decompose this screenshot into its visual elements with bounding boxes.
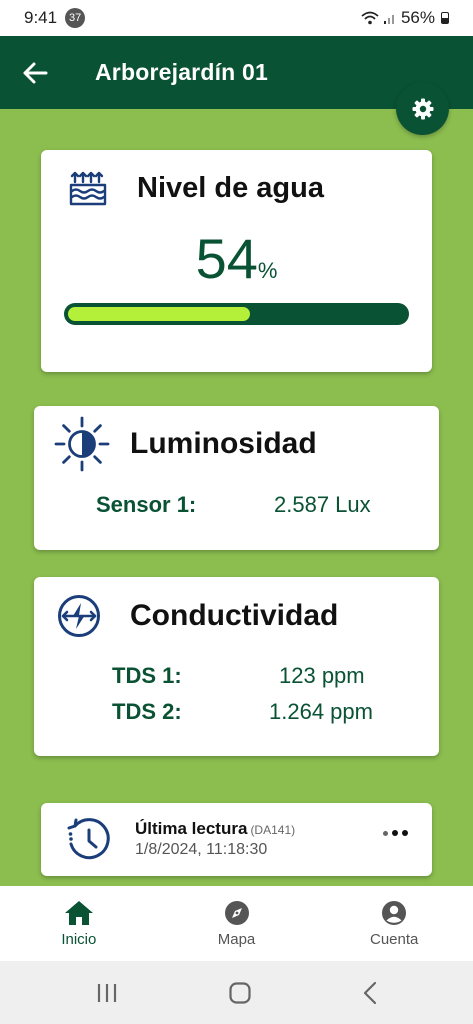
light-sensor-1-value: 2.587 Lux (274, 492, 371, 517)
tds-2-label: TDS 2: (112, 699, 182, 724)
more-dot (402, 830, 408, 836)
conductivity-icon (58, 595, 100, 637)
nav-item-inicio[interactable]: Inicio (0, 886, 158, 961)
battery-icon (441, 12, 449, 24)
water-level-value: 54% (41, 226, 432, 291)
back-button[interactable] (0, 36, 70, 109)
water-level-label: Nivel de agua (137, 171, 324, 204)
nav-label-mapa: Mapa (217, 931, 256, 948)
tds-2-key: TDS 2: (112, 699, 182, 725)
home-icon (64, 901, 93, 925)
status-bar: 9:41 37 56% (0, 0, 473, 36)
wifi-icon (361, 11, 379, 25)
nav-label-inicio: Inicio (61, 931, 97, 948)
more-dot (383, 831, 388, 836)
back-nav-icon[interactable] (362, 981, 378, 1005)
water-level-header: Nivel de agua (68, 168, 324, 208)
light-card: Luminosidad Sensor 1: 2.587 Lux (34, 406, 439, 550)
conductivity-header: Conductividad (56, 593, 338, 639)
settings-button[interactable] (396, 82, 449, 135)
water-level-progress-fill (68, 307, 250, 321)
conductivity-label: Conductividad (130, 599, 339, 632)
recent-apps-icon[interactable] (95, 982, 119, 1004)
page-title: Arborejardín 01 (95, 59, 268, 85)
arrow-left-icon (23, 62, 48, 83)
last-reading-title: Última lectura (DA141) (135, 819, 295, 839)
brightness-icon (54, 416, 110, 472)
nav-item-mapa[interactable]: Mapa (158, 886, 316, 961)
nav-item-cuenta[interactable]: Cuenta (315, 886, 473, 961)
more-dot (392, 830, 398, 836)
light-sensor-1-key: Sensor 1: (96, 492, 196, 518)
light-header: Luminosidad (54, 416, 317, 472)
tds-2-value: 1.264 ppm (269, 699, 373, 724)
water-level-progress (64, 303, 409, 325)
last-reading-title-text: Última lectura (135, 819, 248, 838)
last-reading-card: Última lectura (DA141) 1/8/2024, 11:18:30 (41, 803, 432, 876)
status-time: 9:41 (24, 8, 58, 27)
battery-percent: 56% (400, 8, 435, 27)
compass-icon (224, 901, 249, 925)
water-level-unit: % (257, 258, 278, 283)
home-button-icon[interactable] (228, 981, 252, 1005)
status-right: 56% (361, 8, 449, 28)
more-options-button[interactable] (383, 830, 408, 836)
account-icon (382, 901, 407, 925)
nav-label-cuenta: Cuenta (369, 931, 419, 948)
system-navigation-bar (0, 961, 473, 1024)
tds-1-key: TDS 1: (112, 663, 182, 689)
gear-icon (412, 98, 433, 119)
notification-badge: 37 (65, 8, 86, 28)
tds-1-value: 123 ppm (279, 663, 365, 688)
water-level-icon (69, 171, 107, 206)
device-code: (DA141) (250, 823, 296, 837)
water-level-number: 54 (195, 227, 258, 290)
history-clock-icon (67, 818, 110, 860)
bottom-navigation: Inicio Mapa Cuenta (0, 886, 473, 961)
light-sensor-1-label: Sensor 1: (96, 492, 197, 517)
last-reading-datetime: 1/8/2024, 11:18:30 (135, 841, 268, 858)
signal-icon (383, 15, 394, 24)
tds-1-label: TDS 1: (112, 663, 182, 688)
water-level-card: Nivel de agua 54% (41, 150, 432, 372)
conductivity-card: Conductividad TDS 1: 123 ppm TDS 2: 1.26… (34, 577, 439, 756)
light-label: Luminosidad (130, 427, 317, 460)
